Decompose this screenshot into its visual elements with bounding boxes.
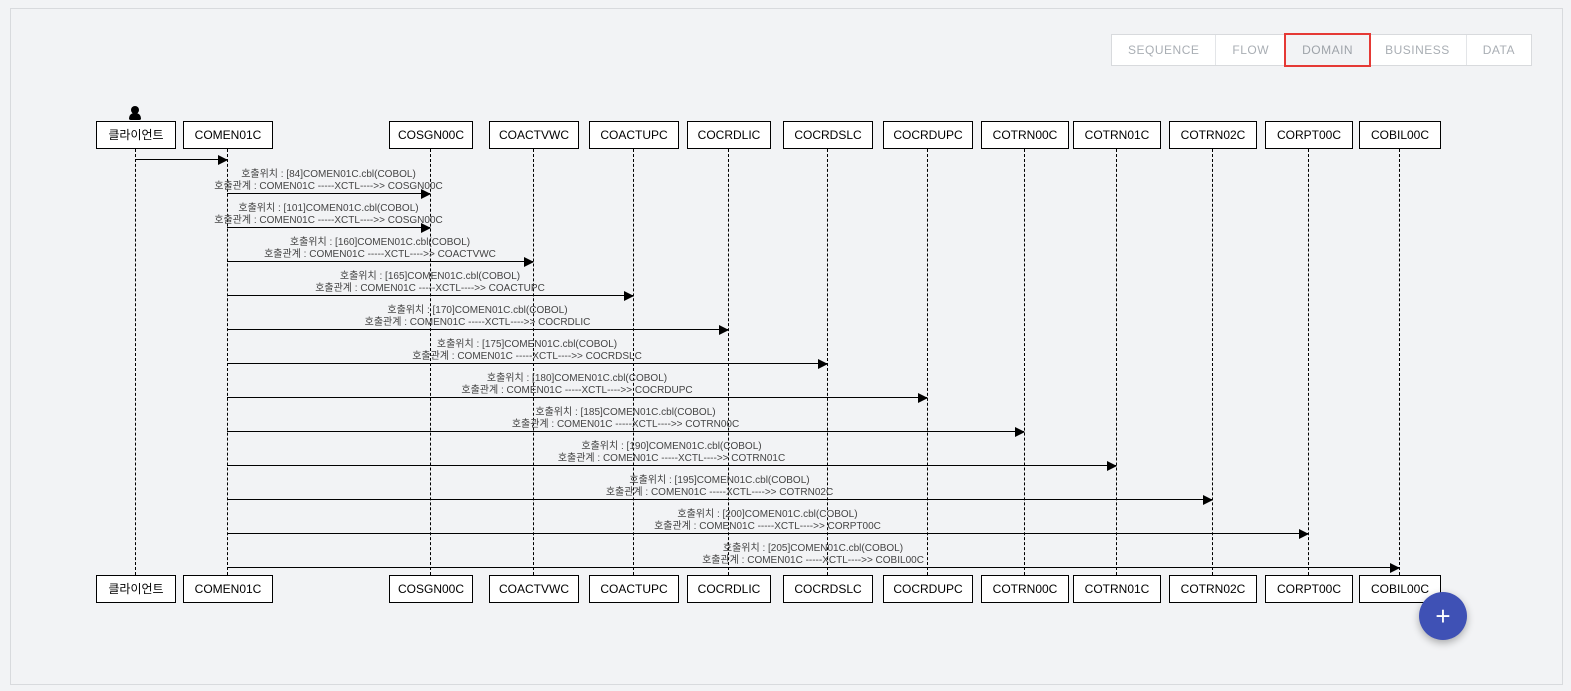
participant-bottom-COMEN01C[interactable]: COMEN01C [183, 575, 273, 603]
participant-COTRN01C[interactable]: COTRN01C [1073, 121, 1161, 149]
participant-COCRDLIC[interactable]: COCRDLIC [687, 121, 771, 149]
participant-bottom-COTRN00C[interactable]: COTRN00C [981, 575, 1069, 603]
actor-icon [128, 106, 142, 120]
message-label: 호출위치 : [205]COMEN01C.cbl(COBOL)호출관계 : CO… [702, 543, 924, 567]
message-label: 호출위치 : [165]COMEN01C.cbl(COBOL)호출관계 : CO… [315, 271, 545, 295]
message-label: 호출위치 : [185]COMEN01C.cbl(COBOL)호출관계 : CO… [512, 407, 739, 431]
participant-클라이언트[interactable]: 클라이언트 [96, 121, 176, 149]
message-label: 호출위치 : [175]COMEN01C.cbl(COBOL)호출관계 : CO… [412, 339, 642, 363]
message-arrow-7[interactable] [227, 397, 927, 398]
message-label: 호출위치 : [160]COMEN01C.cbl(COBOL)호출관계 : CO… [264, 237, 496, 261]
message-arrow-6[interactable] [227, 363, 827, 364]
participant-COACTVWC[interactable]: COACTVWC [489, 121, 579, 149]
participant-bottom-CORPT00C[interactable]: CORPT00C [1265, 575, 1353, 603]
lifeline [1024, 149, 1025, 575]
plus-icon: + [1435, 601, 1450, 631]
message-label: 호출위치 : [200]COMEN01C.cbl(COBOL)호출관계 : CO… [654, 509, 881, 533]
participant-bottom-클라이언트[interactable]: 클라이언트 [96, 575, 176, 603]
participant-bottom-COACTUPC[interactable]: COACTUPC [589, 575, 679, 603]
message-arrow-4[interactable] [227, 295, 633, 296]
participant-bottom-COACTVWC[interactable]: COACTVWC [489, 575, 579, 603]
participant-bottom-COCRDSLC[interactable]: COCRDSLC [783, 575, 873, 603]
message-arrow-2[interactable] [227, 227, 430, 228]
participant-bottom-COTRN01C[interactable]: COTRN01C [1073, 575, 1161, 603]
participant-CORPT00C[interactable]: CORPT00C [1265, 121, 1353, 149]
participant-COTRN00C[interactable]: COTRN00C [981, 121, 1069, 149]
message-label: 호출위치 : [180]COMEN01C.cbl(COBOL)호출관계 : CO… [461, 373, 692, 397]
participant-COACTUPC[interactable]: COACTUPC [589, 121, 679, 149]
message-label: 호출위치 : [170]COMEN01C.cbl(COBOL)호출관계 : CO… [365, 305, 591, 329]
lifeline [1308, 149, 1309, 575]
message-arrow-0[interactable] [135, 159, 227, 160]
sequence-diagram: 클라이언트클라이언트COMEN01CCOMEN01CCOSGN00CCOSGN0… [11, 9, 1562, 684]
lifeline [927, 149, 928, 575]
participant-bottom-COSGN00C[interactable]: COSGN00C [389, 575, 473, 603]
participant-bottom-COCRDUPC[interactable]: COCRDUPC [883, 575, 973, 603]
message-label: 호출위치 : [84]COMEN01C.cbl(COBOL)호출관계 : COM… [214, 169, 443, 193]
diagram-canvas: SEQUENCEFLOWDOMAINBUSINESSDATA 클라이언트클라이언… [10, 8, 1563, 685]
message-arrow-8[interactable] [227, 431, 1024, 432]
lifeline [1399, 149, 1400, 575]
message-arrow-9[interactable] [227, 465, 1116, 466]
message-arrow-3[interactable] [227, 261, 533, 262]
message-arrow-12[interactable] [227, 567, 1399, 568]
message-arrow-5[interactable] [227, 329, 728, 330]
participant-COMEN01C[interactable]: COMEN01C [183, 121, 273, 149]
lifeline [1116, 149, 1117, 575]
message-label: 호출위치 : [101]COMEN01C.cbl(COBOL)호출관계 : CO… [214, 203, 443, 227]
lifeline [135, 149, 136, 575]
participant-COSGN00C[interactable]: COSGN00C [389, 121, 473, 149]
lifeline [1212, 149, 1213, 575]
message-arrow-10[interactable] [227, 499, 1212, 500]
participant-bottom-COTRN02C[interactable]: COTRN02C [1169, 575, 1257, 603]
participant-COTRN02C[interactable]: COTRN02C [1169, 121, 1257, 149]
add-button[interactable]: + [1419, 592, 1467, 640]
message-label: 호출위치 : [190]COMEN01C.cbl(COBOL)호출관계 : CO… [558, 441, 785, 465]
message-arrow-11[interactable] [227, 533, 1308, 534]
message-arrow-1[interactable] [227, 193, 430, 194]
participant-COCRDUPC[interactable]: COCRDUPC [883, 121, 973, 149]
participant-bottom-COCRDLIC[interactable]: COCRDLIC [687, 575, 771, 603]
participant-COCRDSLC[interactable]: COCRDSLC [783, 121, 873, 149]
participant-COBIL00C[interactable]: COBIL00C [1359, 121, 1441, 149]
message-label: 호출위치 : [195]COMEN01C.cbl(COBOL)호출관계 : CO… [606, 475, 833, 499]
tab-domain[interactable]: DOMAIN [1284, 33, 1371, 67]
